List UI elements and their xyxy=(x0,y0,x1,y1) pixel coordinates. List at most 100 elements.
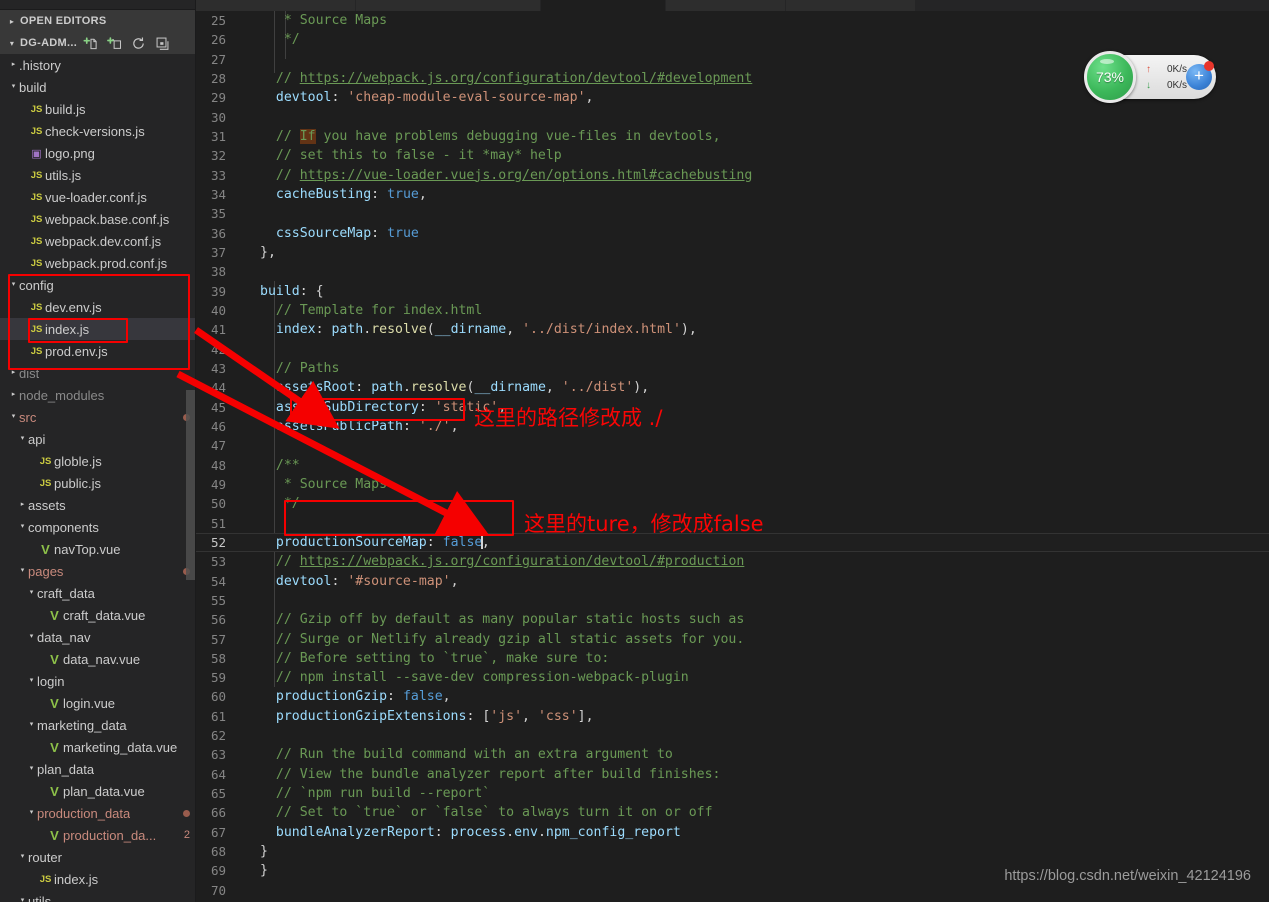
tree-item[interactable]: JS prod.env.js xyxy=(0,340,196,362)
tree-item[interactable]: assets xyxy=(0,494,196,516)
collapse-all-icon[interactable] xyxy=(155,36,170,51)
tree-item[interactable]: dist xyxy=(0,362,196,384)
tree-item[interactable]: JS utils.js xyxy=(0,164,196,186)
tree-item[interactable]: JS webpack.prod.conf.js xyxy=(0,252,196,274)
tree-item[interactable]: JS webpack.dev.conf.js xyxy=(0,230,196,252)
tree-item[interactable]: JS index.js xyxy=(0,868,196,890)
code-line[interactable]: 47 xyxy=(196,436,1269,455)
explorer-sidebar[interactable]: ▸ OPEN EDITORS ▾ DG-ADM... .his xyxy=(0,0,196,902)
new-folder-icon[interactable] xyxy=(107,36,122,51)
code-line[interactable]: 54 devtool: '#source-map', xyxy=(196,572,1269,591)
code-line[interactable]: 37}, xyxy=(196,243,1269,262)
code-line[interactable]: 49 * Source Maps xyxy=(196,475,1269,494)
tree-item[interactable]: plan_data xyxy=(0,758,196,780)
tree-item[interactable]: VnavTop.vue xyxy=(0,538,196,560)
tree-item[interactable]: components xyxy=(0,516,196,538)
section-project-root[interactable]: ▾ DG-ADM... xyxy=(0,32,196,54)
code-line[interactable]: 31 // If you have problems debugging vue… xyxy=(196,127,1269,146)
tree-item[interactable]: utils xyxy=(0,890,196,902)
code-line[interactable]: 65 // `npm run build --report` xyxy=(196,784,1269,803)
tree-item[interactable]: Vmarketing_data.vue xyxy=(0,736,196,758)
code-line[interactable]: 58 // Before setting to `true`, make sur… xyxy=(196,649,1269,668)
code-line[interactable]: 33 // https://vue-loader.vuejs.org/en/op… xyxy=(196,166,1269,185)
chevron-down-icon[interactable] xyxy=(17,428,28,450)
chevron-right-icon[interactable] xyxy=(8,54,19,76)
tree-item[interactable]: JS check-versions.js xyxy=(0,120,196,142)
new-file-icon[interactable] xyxy=(83,36,98,51)
code-line[interactable]: 39 build: { xyxy=(196,282,1269,301)
chevron-right-icon[interactable] xyxy=(8,362,19,384)
code-line[interactable]: 64 // View the bundle analyzer report af… xyxy=(196,765,1269,784)
code-line[interactable]: 51 xyxy=(196,514,1269,533)
tree-item[interactable]: node_modules xyxy=(0,384,196,406)
chevron-right-icon[interactable]: ▸ xyxy=(4,17,20,26)
editor-tab-5[interactable] xyxy=(786,0,916,11)
editor-tab-2[interactable] xyxy=(356,0,541,11)
code-line[interactable]: 35 xyxy=(196,204,1269,223)
tree-item[interactable]: marketing_data xyxy=(0,714,196,736)
tree-item[interactable]: router xyxy=(0,846,196,868)
chevron-down-icon[interactable] xyxy=(8,274,19,296)
chevron-down-icon[interactable] xyxy=(26,582,37,604)
tree-item[interactable]: production_data xyxy=(0,802,196,824)
chevron-down-icon[interactable] xyxy=(17,890,28,902)
editor-tab-1[interactable] xyxy=(196,0,356,11)
refresh-icon[interactable] xyxy=(131,36,146,51)
editor-tab-bar[interactable] xyxy=(196,0,1269,11)
code-line[interactable]: 61 productionGzipExtensions: ['js', 'css… xyxy=(196,707,1269,726)
chevron-right-icon[interactable] xyxy=(17,494,28,516)
code-line[interactable]: 36 cssSourceMap: true xyxy=(196,224,1269,243)
tree-item[interactable]: JS build.js xyxy=(0,98,196,120)
tree-item[interactable]: JS dev.env.js xyxy=(0,296,196,318)
code-line[interactable]: 48 /** xyxy=(196,456,1269,475)
tree-item[interactable]: Vproduction_da... 2 xyxy=(0,824,196,846)
code-line[interactable]: 60 productionGzip: false, xyxy=(196,687,1269,706)
tree-item[interactable]: JS index.js xyxy=(0,318,196,340)
tree-item[interactable]: JS vue-loader.conf.js xyxy=(0,186,196,208)
tree-item[interactable]: config xyxy=(0,274,196,296)
tree-item[interactable]: JS globle.js xyxy=(0,450,196,472)
tree-item[interactable]: api xyxy=(0,428,196,450)
tree-item[interactable]: Vplan_data.vue xyxy=(0,780,196,802)
chevron-down-icon[interactable] xyxy=(17,516,28,538)
code-content[interactable]: 25 * Source Maps 26 */27 28 // https://web… xyxy=(196,11,1269,902)
code-line[interactable]: 34 cacheBusting: true, xyxy=(196,185,1269,204)
code-line[interactable]: 26 */ xyxy=(196,30,1269,49)
code-line[interactable]: 62 xyxy=(196,726,1269,745)
editor-tab-active[interactable] xyxy=(541,0,666,11)
tree-item[interactable]: build xyxy=(0,76,196,98)
code-line[interactable]: 30 xyxy=(196,108,1269,127)
code-line[interactable]: 41 index: path.resolve(__dirname, '../di… xyxy=(196,320,1269,339)
tree-item[interactable]: .history xyxy=(0,54,196,76)
code-line[interactable]: 59 // npm install --save-dev compression… xyxy=(196,668,1269,687)
chevron-down-icon[interactable] xyxy=(26,714,37,736)
tree-item[interactable]: JS public.js xyxy=(0,472,196,494)
tree-item[interactable]: pages xyxy=(0,560,196,582)
code-line[interactable]: 66 // Set to `true` or `false` to always… xyxy=(196,803,1269,822)
tree-item[interactable]: Vcraft_data.vue xyxy=(0,604,196,626)
code-line[interactable]: 53 // https://webpack.js.org/configurati… xyxy=(196,552,1269,571)
file-tree[interactable]: .historybuildJSbuild.jsJScheck-versions.… xyxy=(0,54,196,902)
network-monitor-widget[interactable]: 73% ↑ 0K/s ↓ 0K/s + xyxy=(1084,51,1216,103)
code-line[interactable]: 43 // Paths xyxy=(196,359,1269,378)
section-open-editors[interactable]: ▸ OPEN EDITORS xyxy=(0,10,196,32)
code-line[interactable]: 56 // Gzip off by default as many popula… xyxy=(196,610,1269,629)
editor-tab-4[interactable] xyxy=(666,0,786,11)
chevron-down-icon[interactable] xyxy=(26,758,37,780)
chevron-down-icon[interactable] xyxy=(26,670,37,692)
code-line[interactable]: 52 productionSourceMap: false, xyxy=(196,532,1269,553)
code-line[interactable]: 50 */ xyxy=(196,494,1269,513)
tree-item[interactable]: login xyxy=(0,670,196,692)
chevron-down-icon[interactable] xyxy=(17,846,28,868)
tree-item[interactable]: data_nav xyxy=(0,626,196,648)
code-line[interactable]: 38 xyxy=(196,262,1269,281)
memory-gauge[interactable]: 73% xyxy=(1084,51,1136,103)
tree-item[interactable]: JS webpack.base.conf.js xyxy=(0,208,196,230)
chevron-down-icon[interactable] xyxy=(26,802,37,824)
tree-item[interactable]: Vlogin.vue xyxy=(0,692,196,714)
code-line[interactable]: 55 xyxy=(196,591,1269,610)
chevron-down-icon[interactable] xyxy=(17,560,28,582)
tree-item[interactable]: Vdata_nav.vue xyxy=(0,648,196,670)
chevron-right-icon[interactable] xyxy=(8,384,19,406)
code-line[interactable]: 63 // Run the build command with an extr… xyxy=(196,745,1269,764)
